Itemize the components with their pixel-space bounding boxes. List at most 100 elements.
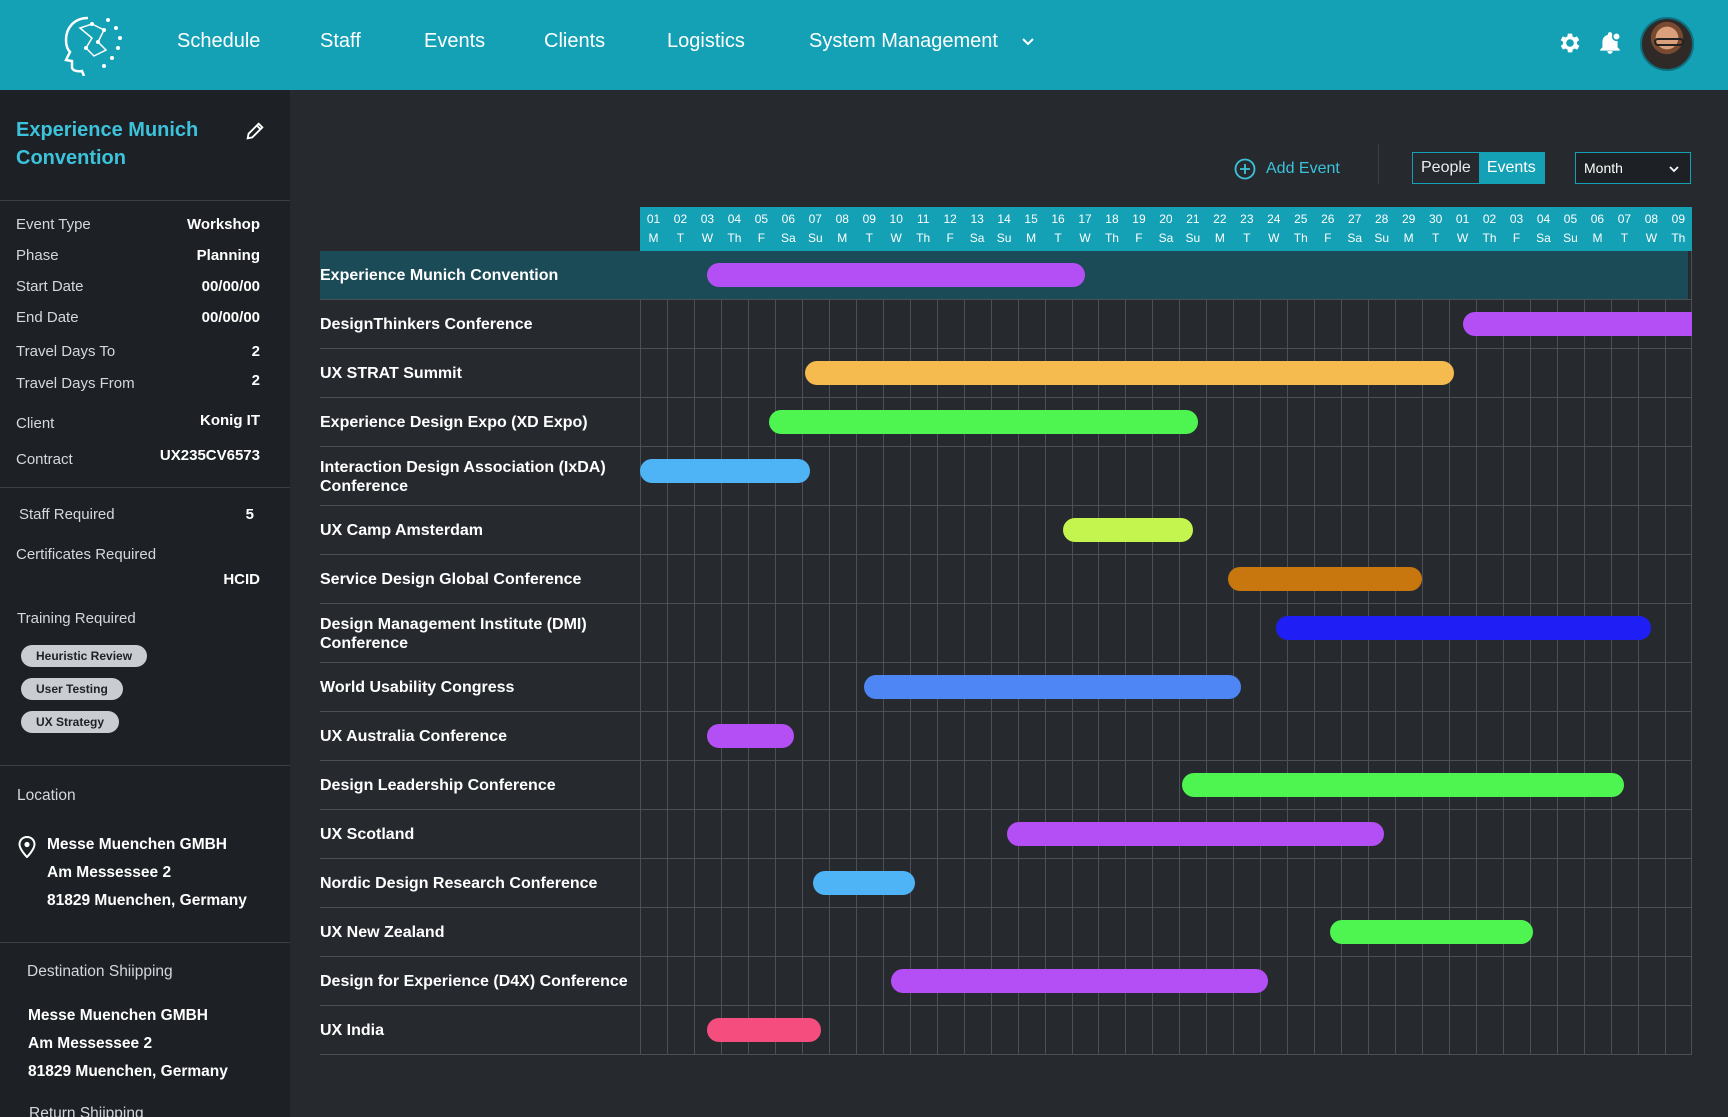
day-header-cell: 13 Sa [964, 207, 991, 251]
pencil-edit-icon[interactable] [244, 120, 266, 142]
day-header-cell: 03 W [694, 207, 721, 251]
event-row-label[interactable]: Interaction Design Association (IxDA) Co… [320, 447, 638, 506]
event-row[interactable]: Nordic Design Research Conference [320, 859, 1692, 908]
day-number: 09 [862, 212, 876, 226]
event-row-label[interactable]: World Usability Congress [320, 663, 638, 712]
event-bar[interactable] [1227, 567, 1423, 591]
event-row[interactable]: World Usability Congress [320, 663, 1692, 712]
day-header-cell: 04 Th [721, 207, 748, 251]
event-bar[interactable] [812, 871, 916, 895]
nav-events[interactable]: Events [424, 30, 485, 53]
nav-staff[interactable]: Staff [320, 30, 361, 53]
event-bar[interactable] [890, 969, 1269, 993]
brain-head-logo-icon[interactable] [58, 12, 126, 76]
day-weekday: T [865, 231, 873, 245]
add-event-button[interactable]: Add Event [1234, 158, 1340, 180]
day-weekday: W [1268, 231, 1280, 245]
event-row[interactable]: UX Camp Amsterdam [320, 506, 1692, 555]
day-weekday: W [890, 231, 902, 245]
event-row-label[interactable]: Service Design Global Conference [320, 555, 638, 604]
day-weekday: Sa [781, 231, 796, 245]
training-chip[interactable]: User Testing [21, 678, 123, 700]
event-row[interactable]: Interaction Design Association (IxDA) Co… [320, 447, 1692, 506]
nav-schedule[interactable]: Schedule [177, 30, 260, 53]
event-bar[interactable] [769, 410, 1199, 434]
event-bar[interactable] [707, 263, 1085, 287]
event-row-label[interactable]: Nordic Design Research Conference [320, 859, 638, 908]
day-number: 23 [1240, 212, 1254, 226]
event-row-label[interactable]: Design for Experience (D4X) Conference [320, 957, 638, 1006]
day-header-cell: 05 Su [1557, 207, 1584, 251]
day-number: 08 [835, 212, 849, 226]
day-weekday: F [1324, 231, 1332, 245]
day-weekday: Sa [1158, 231, 1174, 245]
day-header-cell: 27 Sa [1341, 207, 1368, 251]
event-row[interactable]: Experience Munich Convention [320, 251, 1692, 300]
event-bar[interactable] [707, 724, 794, 748]
event-type-value: Workshop [186, 216, 260, 233]
event-row[interactable]: Design for Experience (D4X) Conference [320, 957, 1692, 1006]
event-bar[interactable] [1063, 518, 1193, 542]
end-date-value: 00/00/00 [201, 309, 260, 326]
gear-icon[interactable] [1557, 30, 1583, 56]
event-row-label[interactable]: Design Management Institute (DMI) Confer… [320, 604, 638, 663]
sidebar-divider [0, 487, 290, 488]
event-bar[interactable] [640, 459, 810, 483]
day-weekday: M [837, 231, 848, 245]
event-row-label[interactable]: UX Scotland [320, 810, 638, 859]
event-row-label[interactable]: UX Australia Conference [320, 712, 638, 761]
event-bar[interactable] [1330, 920, 1533, 944]
event-bar[interactable] [1182, 773, 1625, 797]
event-row-label[interactable]: Design Leadership Conference [320, 761, 638, 810]
event-row[interactable]: UX Scotland [320, 810, 1692, 859]
event-row-label[interactable]: UX STRAT Summit [320, 349, 638, 398]
event-row[interactable]: Design Management Institute (DMI) Confer… [320, 604, 1692, 663]
event-row[interactable]: UX New Zealand [320, 908, 1692, 957]
nav-system-management[interactable]: System Management [809, 30, 998, 53]
toggle-people[interactable]: People [1413, 153, 1479, 183]
day-number: 21 [1186, 212, 1200, 226]
chevron-down-icon[interactable] [1020, 34, 1036, 50]
event-row[interactable]: UX India [320, 1006, 1692, 1055]
training-chip[interactable]: UX Strategy [21, 711, 120, 733]
day-header-cell: 30 T [1422, 207, 1449, 251]
event-row[interactable]: Experience Design Expo (XD Expo) [320, 398, 1692, 447]
event-row-label[interactable]: UX New Zealand [320, 908, 638, 957]
day-header-cell: 07 Su [802, 207, 829, 251]
day-weekday: Th [1104, 231, 1119, 245]
event-row-label[interactable]: Experience Design Expo (XD Expo) [320, 398, 638, 447]
training-chip[interactable]: Heuristic Review [21, 645, 148, 667]
day-header-cell: 10 W [883, 207, 910, 251]
event-bar[interactable] [707, 1018, 821, 1042]
view-period-select[interactable]: Month [1575, 152, 1691, 184]
event-bar[interactable] [863, 675, 1242, 699]
event-row-label[interactable]: UX India [320, 1006, 638, 1055]
event-bar[interactable] [1462, 312, 1692, 336]
day-header-cell: 08 W [1638, 207, 1665, 251]
day-number: 28 [1375, 212, 1389, 226]
event-bar[interactable] [804, 361, 1455, 385]
nav-logistics[interactable]: Logistics [667, 30, 745, 53]
event-row[interactable]: UX STRAT Summit [320, 349, 1692, 398]
event-bar[interactable] [1276, 616, 1652, 640]
day-weekday: Su [807, 231, 823, 245]
toolbar-divider [1378, 144, 1379, 184]
day-weekday: F [757, 231, 766, 245]
toggle-events[interactable]: Events [1478, 153, 1544, 183]
day-header-cell: 01 W [1449, 207, 1476, 251]
event-row-label[interactable]: UX Camp Amsterdam [320, 506, 638, 555]
event-bar[interactable] [1006, 822, 1385, 846]
nav-clients[interactable]: Clients [544, 30, 605, 53]
day-weekday: M [1592, 231, 1603, 245]
event-row-label[interactable]: DesignThinkers Conference [320, 300, 638, 349]
event-row[interactable]: DesignThinkers Conference [320, 300, 1692, 349]
event-row[interactable]: Service Design Global Conference [320, 555, 1692, 604]
event-row-label[interactable]: Experience Munich Convention [320, 251, 638, 300]
day-weekday: Th [1671, 231, 1686, 245]
day-number: 14 [997, 212, 1011, 226]
user-avatar[interactable] [1640, 17, 1694, 71]
location-line-3: 81829 Muenchen, Germany [47, 892, 247, 909]
event-row[interactable]: Design Leadership Conference [320, 761, 1692, 810]
event-row[interactable]: UX Australia Conference [320, 712, 1692, 761]
notification-bell-icon[interactable] [1597, 30, 1623, 56]
